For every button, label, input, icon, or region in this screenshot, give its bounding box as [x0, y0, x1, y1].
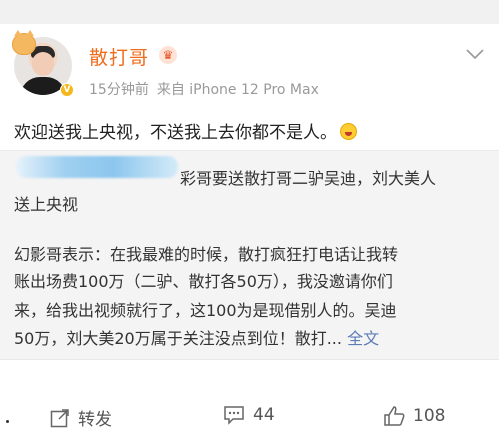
thumbs-up-icon	[384, 406, 405, 426]
avatar-face	[32, 52, 54, 76]
post-source: 来自 iPhone 12 Pro Max	[156, 82, 319, 98]
cat-badge-icon	[12, 30, 36, 55]
repost-line-1: 彩哥要送散打哥二驴吴迪，刘大美人	[180, 169, 437, 188]
comment-icon	[224, 406, 244, 425]
repost-button[interactable]: 转发	[50, 405, 112, 430]
crown-icon: ♛	[159, 46, 177, 64]
repost-quote-line-4-text: 50万，刘大美20万属于关注没点到位！散打...	[14, 329, 342, 348]
verified-badge-icon: V	[60, 83, 74, 97]
full-text-link[interactable]: 全文	[347, 329, 379, 348]
avatar-shirt	[20, 77, 66, 95]
like-button[interactable]: 108	[383, 405, 445, 427]
repost-line-2: 送上央视	[14, 195, 79, 214]
comment-count: 44	[253, 405, 275, 425]
post-text: 欢迎送我上央视，不送我上去你都不是人。	[14, 118, 357, 143]
like-count: 108	[413, 406, 446, 426]
top-strip	[0, 0, 499, 24]
post-body: 欢迎送我上央视，不送我上去你都不是人。	[14, 123, 337, 143]
laughing-emoji-icon	[340, 123, 357, 140]
avatar[interactable]: V	[12, 30, 74, 97]
dot	[6, 420, 9, 423]
comment-button[interactable]: 44	[223, 405, 275, 425]
repost-quote-line-2: 账出场费100万（二驴、散打各50万），我没邀请你们	[14, 272, 393, 291]
blurred-username	[16, 156, 178, 178]
repost-quote-line-1: 幻影哥表示：在我最难的时候，散打疯狂打电话让我转	[14, 245, 399, 264]
repost-quote-line-4: 50万，刘大美20万属于关注没点到位！散打... 全文	[14, 325, 379, 349]
repost-label: 转发	[78, 410, 112, 430]
repost-quote-line-3: 来，给我出视频就行了，这100为是现借别人的。吴迪	[14, 301, 397, 320]
share-icon	[50, 408, 69, 427]
post-meta: 15分钟前 来自 iPhone 12 Pro Max	[89, 79, 319, 99]
post-time: 15分钟前	[89, 82, 149, 98]
username[interactable]: 散打哥	[89, 43, 149, 70]
chevron-down-icon[interactable]	[466, 48, 484, 60]
